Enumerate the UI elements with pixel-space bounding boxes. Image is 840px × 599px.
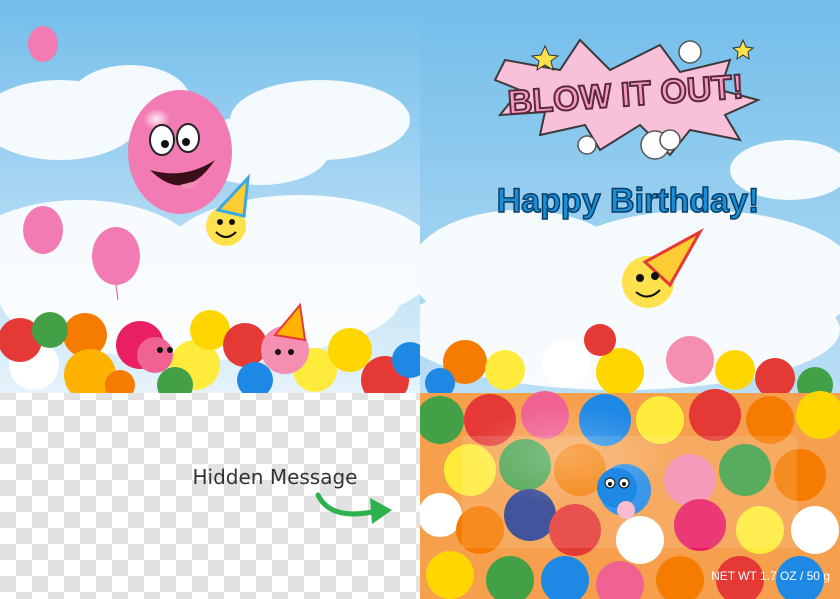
greeting-text: Happy Birthday! bbox=[497, 182, 760, 220]
left-panel bbox=[0, 0, 420, 393]
smiling-balloon-icon bbox=[128, 90, 232, 214]
birthday-card: BLOW IT OUT! Happy Birthday! NET WT 1.7 … bbox=[0, 0, 840, 599]
net-weight-label: NET WT 1.7 OZ / 50 g bbox=[711, 569, 830, 583]
right-panel: BLOW IT OUT! Happy Birthday! NET WT 1.7 … bbox=[420, 0, 840, 599]
hidden-message-label: Hidden Message bbox=[193, 465, 358, 489]
transparent-background bbox=[0, 393, 420, 599]
gumball-panel bbox=[420, 389, 840, 599]
